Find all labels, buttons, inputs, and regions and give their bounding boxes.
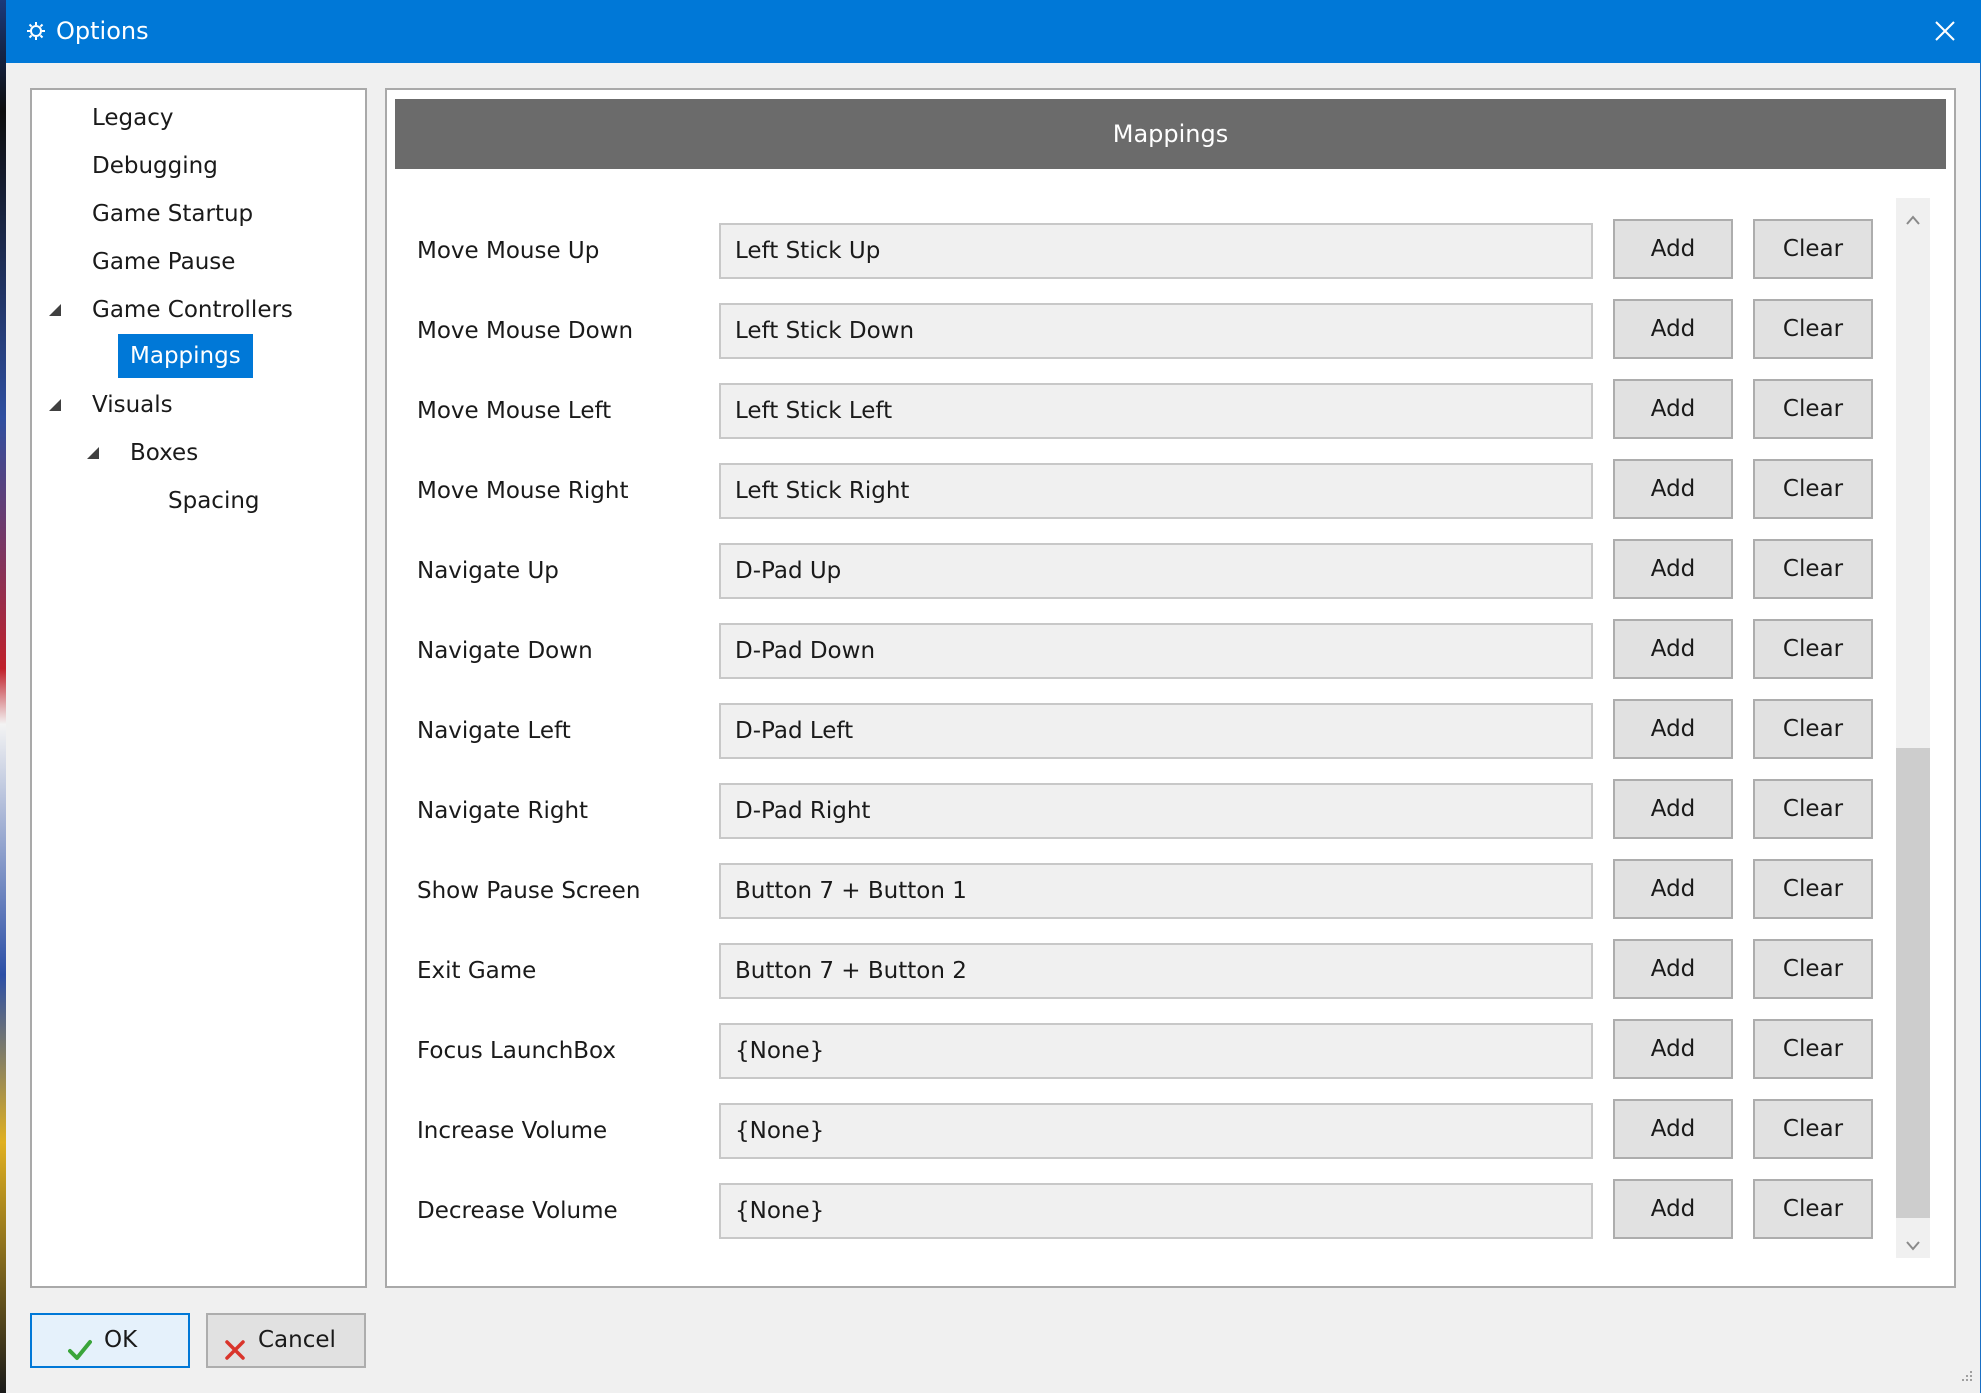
section-header: Mappings [395,99,1946,169]
add-button[interactable]: Add [1613,459,1733,519]
mapping-value-field[interactable] [719,223,1593,279]
expand-triangle-icon[interactable] [48,397,62,411]
close-button[interactable] [1909,0,1981,63]
cancel-button[interactable]: Cancel [206,1313,366,1368]
mapping-label: Focus LaunchBox [417,1038,617,1064]
mapping-label: Move Mouse Left [417,398,612,424]
mapping-value-field[interactable] [719,703,1593,759]
mapping-label: Navigate Left [417,718,571,744]
x-icon [224,1329,246,1380]
add-button[interactable]: Add [1613,779,1733,839]
checkmark-icon [68,1329,92,1380]
gear-icon [26,21,46,41]
vertical-scrollbar[interactable] [1896,198,1930,1258]
mapping-row: Move Mouse Down Add Clear [387,297,1927,377]
add-button[interactable]: Add [1613,1099,1733,1159]
mapping-value-field[interactable] [719,623,1593,679]
clear-button[interactable]: Clear [1753,1099,1873,1159]
mapping-value-field[interactable] [719,1103,1593,1159]
clear-button[interactable]: Clear [1753,859,1873,919]
add-button[interactable]: Add [1613,1019,1733,1079]
add-button[interactable]: Add [1613,699,1733,759]
tree-item-game-startup[interactable]: Game Startup [92,199,253,229]
mapping-row: Move Mouse Up Add Clear [387,217,1927,297]
mapping-label: Move Mouse Right [417,478,629,504]
mapping-value-field[interactable] [719,783,1593,839]
clear-button[interactable]: Clear [1753,459,1873,519]
mapping-row: Navigate Up Add Clear [387,537,1927,617]
mapping-row: Exit Game Add Clear [387,937,1927,1017]
mapping-label: Exit Game [417,958,537,984]
mapping-value-field[interactable] [719,1023,1593,1079]
mapping-label: Increase Volume [417,1118,608,1144]
mapping-label: Move Mouse Up [417,238,600,264]
scrollbar-thumb[interactable] [1896,748,1930,1218]
ok-button[interactable]: OK [30,1313,190,1368]
mapping-row: Increase Volume Add Clear [387,1097,1927,1177]
mapping-value-field[interactable] [719,863,1593,919]
scroll-up-arrow-icon[interactable] [1906,210,1920,225]
tree-item-game-pause[interactable]: Game Pause [92,247,235,277]
clear-button[interactable]: Clear [1753,619,1873,679]
add-button[interactable]: Add [1613,1179,1733,1239]
cancel-label: Cancel [258,1327,336,1353]
mapping-value-field[interactable] [719,463,1593,519]
mapping-value-field[interactable] [719,943,1593,999]
add-button[interactable]: Add [1613,219,1733,279]
clear-button[interactable]: Clear [1753,779,1873,839]
clear-button[interactable]: Clear [1753,1179,1873,1239]
mapping-row: Move Mouse Left Add Clear [387,377,1927,457]
add-button[interactable]: Add [1613,299,1733,359]
mapping-label: Move Mouse Down [417,318,634,344]
add-button[interactable]: Add [1613,859,1733,919]
clear-button[interactable]: Clear [1753,939,1873,999]
scroll-down-arrow-icon[interactable] [1906,1236,1920,1251]
mapping-label: Navigate Up [417,558,559,584]
tree-item-legacy[interactable]: Legacy [92,103,174,133]
title-bar[interactable]: Options [6,0,1981,63]
clear-button[interactable]: Clear [1753,1019,1873,1079]
mapping-label: Navigate Right [417,798,589,824]
expand-triangle-icon[interactable] [86,445,100,459]
options-tree: Legacy Debugging Game Startup Game Pause… [30,88,367,1288]
mappings-panel: Mappings Move Mouse Up Add Clear Move Mo… [385,88,1956,1288]
options-window: Options Legacy Debugging Game Startup Ga… [6,0,1981,1393]
mapping-value-field[interactable] [719,383,1593,439]
mapping-row: Focus LaunchBox Add Clear [387,1017,1927,1097]
add-button[interactable]: Add [1613,619,1733,679]
tree-item-visuals[interactable]: Visuals [92,390,173,420]
add-button[interactable]: Add [1613,379,1733,439]
add-button[interactable]: Add [1613,539,1733,599]
clear-button[interactable]: Clear [1753,539,1873,599]
window-title: Options [56,17,149,45]
mapping-row: Navigate Left Add Clear [387,697,1927,777]
tree-item-spacing[interactable]: Spacing [168,486,260,516]
tree-item-game-controllers[interactable]: Game Controllers [92,295,293,325]
mapping-row: Move Mouse Right Add Clear [387,457,1927,537]
mapping-label: Show Pause Screen [417,878,641,904]
add-button[interactable]: Add [1613,939,1733,999]
clear-button[interactable]: Clear [1753,299,1873,359]
mapping-value-field[interactable] [719,1183,1593,1239]
mapping-row: Navigate Down Add Clear [387,617,1927,697]
mapping-value-field[interactable] [719,303,1593,359]
expand-triangle-icon[interactable] [48,302,62,316]
mapping-row: Navigate Right Add Clear [387,777,1927,857]
tree-item-debugging[interactable]: Debugging [92,151,218,181]
ok-label: OK [104,1327,138,1353]
mapping-label: Decrease Volume [417,1198,618,1224]
clear-button[interactable]: Clear [1753,699,1873,759]
close-icon [1935,21,1955,41]
mapping-value-field[interactable] [719,543,1593,599]
tree-item-boxes[interactable]: Boxes [130,438,198,468]
mapping-row: Show Pause Screen Add Clear [387,857,1927,937]
clear-button[interactable]: Clear [1753,219,1873,279]
mapping-label: Navigate Down [417,638,593,664]
tree-item-mappings[interactable]: Mappings [118,334,253,378]
resize-grip-icon[interactable] [1958,1367,1974,1387]
mapping-row: Decrease Volume Add Clear [387,1177,1927,1257]
clear-button[interactable]: Clear [1753,379,1873,439]
